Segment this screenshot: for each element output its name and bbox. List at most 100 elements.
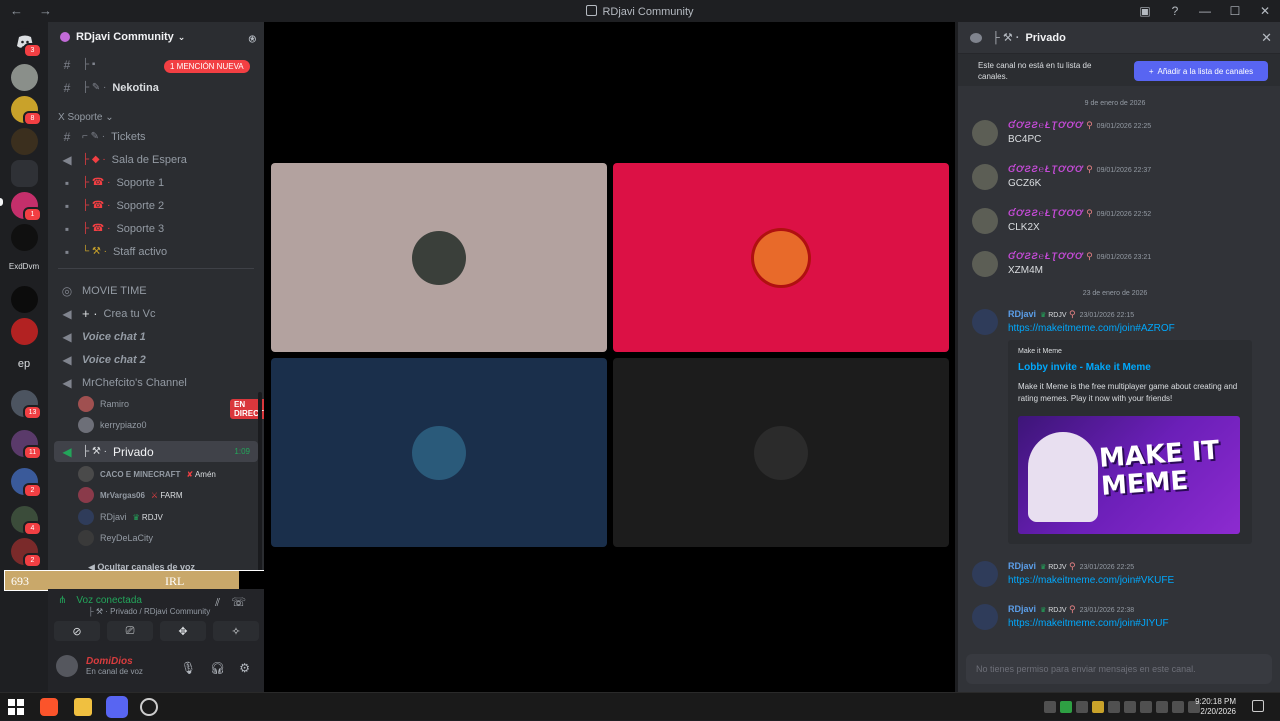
server-icon[interactable]: 8 bbox=[11, 96, 42, 126]
tray-icon[interactable] bbox=[1092, 701, 1104, 713]
server-folder-icon[interactable]: 13 bbox=[11, 390, 42, 420]
channel-soporte-2[interactable]: ▪ ├ ☎ · Soporte 2 bbox=[54, 195, 258, 216]
channel-mrchefcito[interactable]: ◀ MrChefcito's Channel bbox=[54, 372, 258, 393]
channel-movie-time[interactable]: ◎ MOVIE TIME bbox=[54, 280, 258, 301]
file-explorer-icon[interactable] bbox=[74, 698, 92, 716]
close-icon[interactable]: ✕ bbox=[1250, 4, 1280, 18]
inbox-icon[interactable]: ▣ bbox=[1130, 4, 1160, 18]
participant-tile[interactable] bbox=[613, 163, 949, 352]
voice-user[interactable]: CACO E MINECRAFT ✘ Amén bbox=[78, 464, 216, 484]
guild-header[interactable]: RDjavi Community ⌄ ⍟ bbox=[48, 22, 264, 52]
noise-suppression-icon[interactable]: ⫽ bbox=[215, 597, 220, 610]
channel-nekotina[interactable]: # ├ ✎ · Nekotina bbox=[54, 77, 258, 98]
help-icon[interactable]: ? bbox=[1160, 4, 1190, 18]
chat-header: ├ ⚒ · Privado ✕ bbox=[958, 22, 1280, 54]
server-icon[interactable] bbox=[11, 318, 38, 345]
gear-icon[interactable]: ⚙ bbox=[239, 661, 250, 675]
headphones-icon[interactable]: 🎧︎ bbox=[210, 661, 225, 675]
network-icon[interactable] bbox=[1172, 701, 1184, 713]
channel-privado[interactable]: ◀ ├ ⚒ · Privado 1:09 bbox=[54, 441, 258, 462]
avatar bbox=[78, 530, 94, 546]
new-mention-pill[interactable]: 1 MENCIÓN NUEVA bbox=[164, 60, 250, 73]
invite-link[interactable]: https://makeitmeme.com/join#JIYUF bbox=[1008, 618, 1169, 629]
system-clock[interactable]: 9:20:18 PM 2/20/2026 bbox=[1195, 697, 1236, 717]
voice-user[interactable]: RDjavi ♛ RDJV bbox=[78, 507, 163, 527]
close-icon[interactable]: ✕ bbox=[1261, 30, 1272, 46]
avatar bbox=[412, 230, 466, 285]
chevron-down-icon: ⌄ bbox=[177, 31, 186, 42]
tray-icon[interactable] bbox=[1076, 701, 1088, 713]
invite-link[interactable]: https://makeitmeme.com/join#VKUFE bbox=[1008, 575, 1174, 586]
add-member-icon[interactable]: ⍟ bbox=[249, 32, 256, 47]
avatar[interactable] bbox=[972, 208, 998, 234]
server-label: ep bbox=[17, 358, 31, 370]
server-icon[interactable] bbox=[11, 224, 38, 251]
speaker-icon: ◀ bbox=[62, 352, 72, 367]
user-panel[interactable]: DomiDios En canal de voz bbox=[56, 655, 143, 677]
channel-voice-chat-1[interactable]: ◀ Voice chat 1 bbox=[54, 326, 258, 347]
participant-tile[interactable] bbox=[271, 358, 607, 547]
notification-badge: 13 bbox=[23, 405, 42, 420]
avatar[interactable] bbox=[972, 251, 998, 277]
role-tag: ♛ RDJV bbox=[132, 512, 163, 522]
notification-badge: 2 bbox=[23, 553, 42, 568]
participant-tile[interactable] bbox=[271, 163, 607, 352]
embed-image[interactable]: MAKE IT MEME bbox=[1018, 416, 1240, 534]
discord-app-icon[interactable] bbox=[106, 696, 128, 718]
avatar[interactable] bbox=[972, 309, 998, 335]
avatar[interactable] bbox=[972, 164, 998, 190]
server-folder-icon[interactable]: 2 bbox=[11, 468, 42, 498]
channel-sala-espera[interactable]: ◀ ├ ◆ · Sala de Espera bbox=[54, 149, 258, 170]
channel-soporte-1[interactable]: ▪ ├ ☎ · Soporte 1 bbox=[54, 172, 258, 193]
channel-tickets[interactable]: # ⌐ ✎ · Tickets bbox=[54, 126, 258, 147]
server-icon[interactable] bbox=[11, 64, 38, 91]
home-discord-icon[interactable]: 3 bbox=[11, 28, 42, 58]
avatar[interactable] bbox=[972, 604, 998, 630]
avatar[interactable] bbox=[972, 561, 998, 587]
tray-icon[interactable] bbox=[1140, 701, 1152, 713]
minimize-icon[interactable]: — bbox=[1190, 4, 1220, 18]
microphone-icon[interactable]: 🎙︎ bbox=[181, 661, 196, 675]
category-soporte[interactable]: X Soporte ⌄ bbox=[58, 112, 114, 123]
tray-icon[interactable] bbox=[1108, 701, 1120, 713]
guild-icon bbox=[60, 32, 70, 42]
windows-start-icon[interactable] bbox=[7, 698, 25, 716]
avatar[interactable] bbox=[972, 120, 998, 146]
server-icon[interactable] bbox=[11, 160, 38, 187]
whatsapp-icon[interactable] bbox=[1060, 701, 1072, 713]
screen-share-button[interactable]: ⎚ bbox=[107, 621, 153, 641]
channel-voice-chat-2[interactable]: ◀ Voice chat 2 bbox=[54, 349, 258, 370]
obs-icon[interactable] bbox=[140, 698, 158, 716]
tray-icon[interactable] bbox=[1156, 701, 1168, 713]
voice-user[interactable]: Ramiro EN DIRECTO bbox=[78, 394, 274, 419]
disconnect-icon[interactable]: ☏ bbox=[231, 595, 246, 609]
server-icon[interactable] bbox=[11, 128, 38, 155]
server-icon[interactable]: 1 bbox=[11, 192, 42, 222]
speaker-icon: ◀ bbox=[62, 375, 72, 390]
channel-staff-activo[interactable]: ▪ └ ⚒ · Staff activo bbox=[54, 241, 258, 262]
voice-channel-path[interactable]: ├ ⚒ · Privado / RDjavi Community bbox=[88, 607, 210, 616]
voice-user[interactable]: MrVargas06 ⚔ FARM bbox=[78, 485, 183, 505]
soundboard-button[interactable]: ✧ bbox=[213, 621, 259, 641]
maximize-icon[interactable]: ☐ bbox=[1220, 4, 1250, 18]
activities-button[interactable]: ✥ bbox=[160, 621, 206, 641]
tray-icon[interactable] bbox=[1044, 701, 1056, 713]
add-to-channel-list-button[interactable]: + Añadir a la lista de canales bbox=[1134, 61, 1268, 81]
notifications-icon[interactable] bbox=[1252, 700, 1264, 712]
embed-title-link[interactable]: Lobby invite - Make it Meme bbox=[1018, 362, 1151, 373]
voice-user[interactable]: kerrypiazo0 bbox=[78, 415, 147, 435]
voice-user[interactable]: ReyDeLaCity bbox=[78, 528, 153, 548]
channel-crea-tu-vc[interactable]: ◀ + · Crea tu Vc bbox=[54, 303, 258, 324]
channel-soporte-3[interactable]: ▪ ├ ☎ · Soporte 3 bbox=[54, 218, 258, 239]
camera-button[interactable]: ⊘ bbox=[54, 621, 100, 641]
sidebar-scrollbar[interactable] bbox=[258, 392, 262, 592]
role-icon: ⚲ bbox=[1086, 164, 1093, 174]
server-icon[interactable] bbox=[11, 286, 38, 313]
server-folder-icon[interactable]: 11 bbox=[11, 430, 42, 460]
server-folder-icon[interactable]: 4 bbox=[11, 506, 42, 536]
server-folder-icon[interactable]: 2 bbox=[11, 538, 42, 568]
brave-browser-icon[interactable] bbox=[40, 698, 58, 716]
participant-tile[interactable] bbox=[613, 358, 949, 547]
invite-link[interactable]: https://makeitmeme.com/join#AZROF bbox=[1008, 323, 1175, 334]
tray-icon[interactable] bbox=[1124, 701, 1136, 713]
